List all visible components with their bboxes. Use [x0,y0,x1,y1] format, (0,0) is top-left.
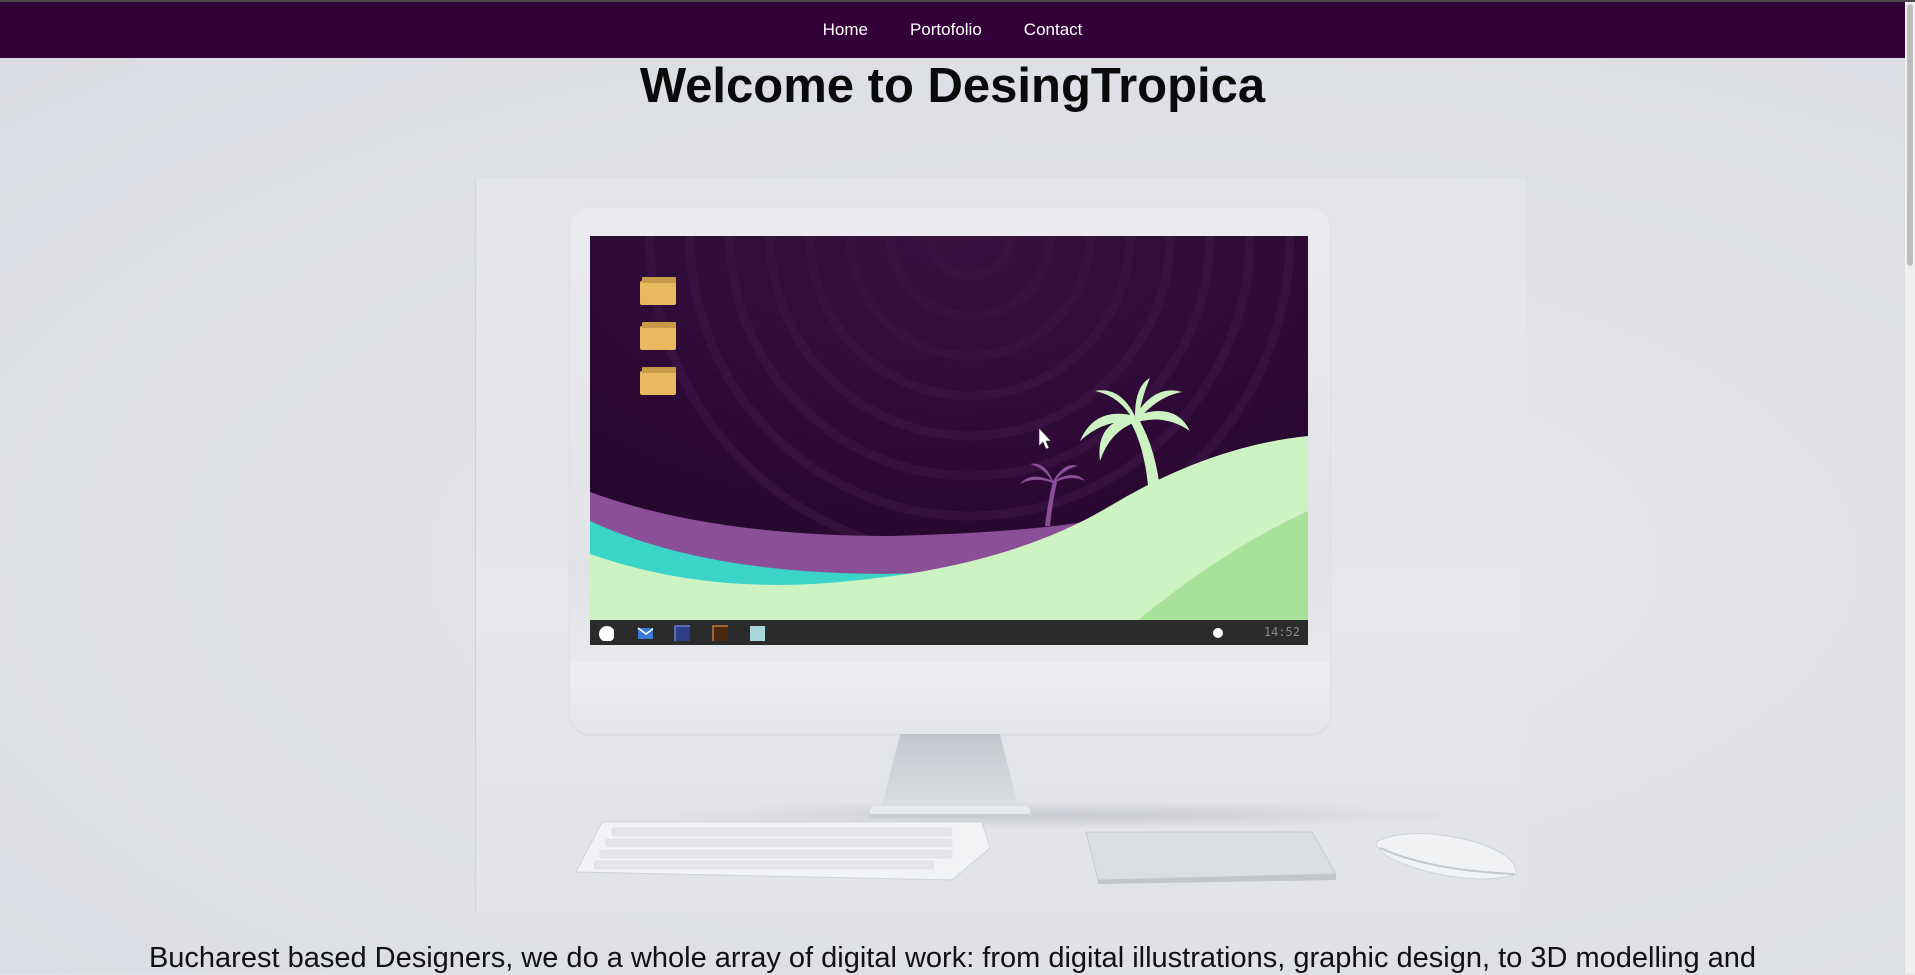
page-title: Welcome to DesingTropica [639,59,1266,113]
monitor-screen [590,236,1308,644]
monitor-chin [570,662,1330,734]
taskbar-clock: 14:52 [1263,625,1300,639]
nav-portofolio-link[interactable]: Portofolio [889,20,1003,40]
folder-icon [640,367,676,395]
tray-dots-icon [1213,628,1223,638]
folder-icon [640,277,676,305]
keyboard-image [575,821,991,881]
magic-mouse-image [1375,833,1517,880]
taskbar: 14:52 [590,620,1308,645]
app-lightblue-icon [750,626,765,641]
app-blue-icon [674,625,690,641]
monitor-stand [870,734,1030,818]
top-navbar: Home Portofolio Contact [0,2,1905,58]
tropical-wallpaper [590,236,1308,644]
nav-contact-link[interactable]: Contact [1003,20,1104,40]
nav-home-link[interactable]: Home [802,20,889,40]
start-button-icon [599,626,614,641]
app-brown-icon [712,625,728,641]
folder-icon [640,322,676,350]
mail-icon [637,627,653,639]
scrollbar-thumb[interactable] [1907,4,1913,266]
intro-tagline: Bucharest based Designers, we do a whole… [148,942,1757,974]
trackpad-image [1085,831,1337,884]
